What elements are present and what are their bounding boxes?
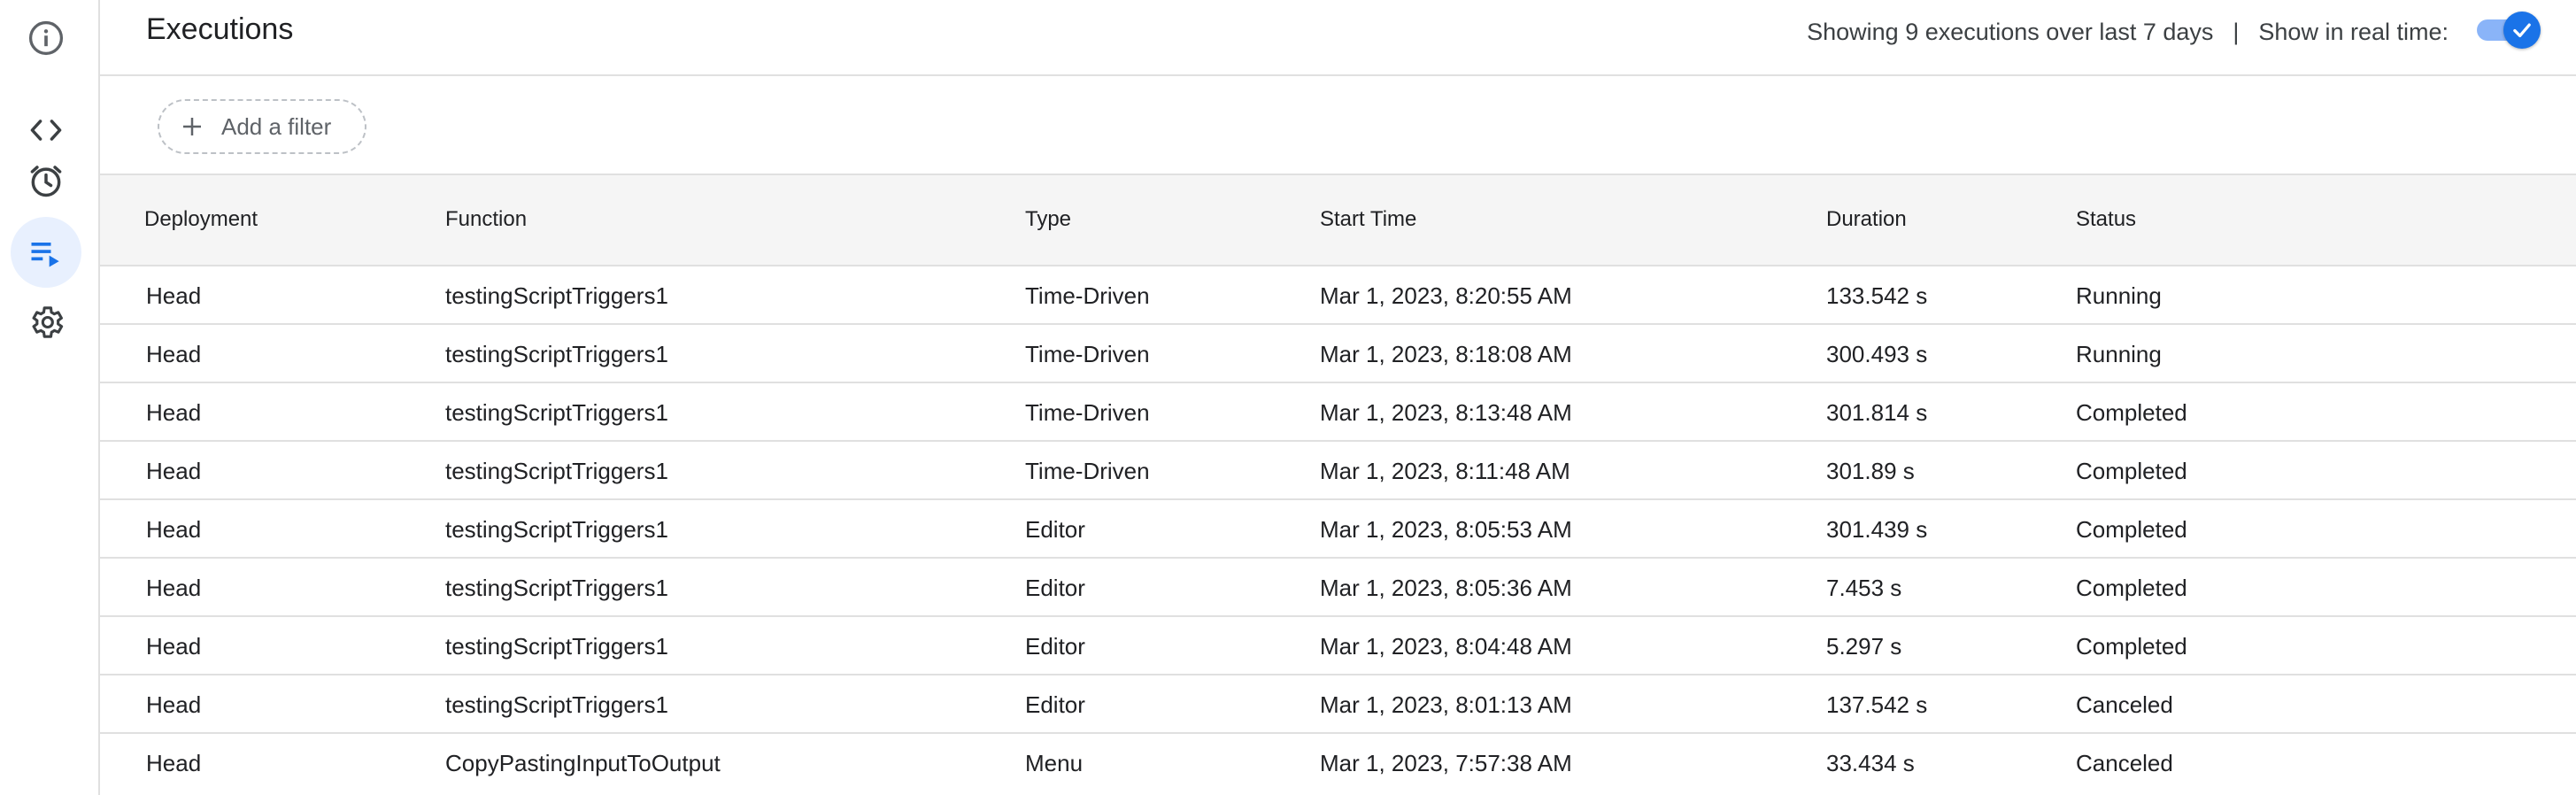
cell-type: Editor — [1025, 516, 1085, 543]
cell-status: Running — [2076, 282, 2162, 309]
cell-deployment: Head — [146, 458, 202, 484]
cell-function: testingScriptTriggers1 — [445, 282, 668, 309]
cell-start-time: Mar 1, 2023, 8:04:48 AM — [1320, 633, 1572, 660]
column-header-start-time[interactable]: Start Time — [1320, 207, 1416, 232]
column-header-type[interactable]: Type — [1025, 207, 1071, 232]
cell-start-time: Mar 1, 2023, 8:05:53 AM — [1320, 516, 1572, 543]
cell-duration: 301.814 s — [1826, 399, 1928, 426]
checkmark-icon — [2513, 23, 2531, 38]
cell-start-time: Mar 1, 2023, 8:18:08 AM — [1320, 341, 1572, 367]
cell-start-time: Mar 1, 2023, 8:11:48 AM — [1320, 458, 1570, 484]
filter-bar: Add a filter — [100, 76, 2576, 175]
cell-deployment: Head — [146, 341, 202, 367]
cell-deployment: Head — [146, 399, 202, 426]
realtime-toggle[interactable] — [2475, 11, 2541, 49]
cell-deployment: Head — [146, 633, 202, 660]
cell-deployment: Head — [146, 516, 202, 543]
cell-type: Time-Driven — [1025, 458, 1150, 484]
nav-triggers[interactable] — [11, 145, 81, 216]
column-header-deployment[interactable]: Deployment — [144, 207, 258, 232]
cell-type: Time-Driven — [1025, 341, 1150, 367]
cell-start-time: Mar 1, 2023, 8:01:13 AM — [1320, 691, 1572, 718]
table-row[interactable]: Head testingScriptTriggers1 Editor Mar 1… — [100, 500, 2576, 559]
table-header-row: Deployment Function Type Start Time Dura… — [100, 175, 2576, 266]
cell-status: Completed — [2076, 458, 2187, 484]
executions-header: Executions Showing 9 executions over las… — [100, 0, 2576, 76]
cell-function: testingScriptTriggers1 — [445, 633, 668, 660]
cell-function: testingScriptTriggers1 — [445, 458, 668, 484]
cell-type: Editor — [1025, 575, 1085, 601]
cell-function: CopyPastingInputToOutput — [445, 750, 721, 776]
cell-duration: 5.297 s — [1826, 633, 1902, 660]
table-row[interactable]: Head testingScriptTriggers1 Editor Mar 1… — [100, 617, 2576, 675]
page-title: Executions — [146, 12, 294, 46]
cell-status: Completed — [2076, 516, 2187, 543]
executions-table: Deployment Function Type Start Time Dura… — [100, 175, 2576, 792]
cell-duration: 133.542 s — [1826, 282, 1928, 309]
cell-type: Menu — [1025, 750, 1084, 776]
cell-type: Time-Driven — [1025, 282, 1150, 309]
cell-start-time: Mar 1, 2023, 7:57:38 AM — [1320, 750, 1572, 776]
executions-count-text: Showing 9 executions over last 7 days — [1807, 19, 2214, 45]
cell-duration: 7.453 s — [1826, 575, 1902, 601]
cell-deployment: Head — [146, 691, 202, 718]
cell-duration: 301.89 s — [1826, 458, 1915, 484]
cell-function: testingScriptTriggers1 — [445, 399, 668, 426]
cell-function: testingScriptTriggers1 — [445, 691, 668, 718]
table-row[interactable]: Head testingScriptTriggers1 Time-Driven … — [100, 325, 2576, 383]
add-filter-label: Add a filter — [221, 112, 332, 140]
table-row[interactable]: Head CopyPastingInputToOutput Menu Mar 1… — [100, 734, 2576, 792]
nav-executions[interactable] — [11, 217, 81, 288]
cell-duration: 137.542 s — [1826, 691, 1928, 718]
cell-status: Completed — [2076, 575, 2187, 601]
cell-status: Completed — [2076, 399, 2187, 426]
table-row[interactable]: Head testingScriptTriggers1 Editor Mar 1… — [100, 559, 2576, 617]
table-row[interactable]: Head testingScriptTriggers1 Time-Driven … — [100, 383, 2576, 442]
executions-summary: Showing 9 executions over last 7 days | … — [1807, 19, 2449, 46]
cell-type: Editor — [1025, 691, 1085, 718]
cell-function: testingScriptTriggers1 — [445, 341, 668, 367]
code-icon — [30, 120, 62, 141]
cell-function: testingScriptTriggers1 — [445, 516, 668, 543]
realtime-label: Show in real time: — [2258, 19, 2449, 45]
executions-list-icon — [31, 243, 59, 267]
cell-deployment: Head — [146, 575, 202, 601]
summary-separator: | — [2233, 19, 2240, 45]
cell-status: Running — [2076, 341, 2162, 367]
table-row[interactable]: Head testingScriptTriggers1 Editor Mar 1… — [100, 675, 2576, 734]
plus-icon — [179, 113, 205, 140]
info-icon — [28, 20, 64, 56]
add-filter-button[interactable]: Add a filter — [158, 99, 366, 154]
cell-status: Canceled — [2076, 691, 2173, 718]
cell-duration: 301.439 s — [1826, 516, 1928, 543]
column-header-duration[interactable]: Duration — [1826, 207, 1907, 232]
toggle-knob — [2503, 12, 2541, 49]
cell-duration: 33.434 s — [1826, 750, 1915, 776]
column-header-status[interactable]: Status — [2076, 207, 2136, 232]
column-header-function[interactable]: Function — [445, 207, 527, 232]
cell-deployment: Head — [146, 750, 202, 776]
cell-deployment: Head — [146, 282, 202, 309]
cell-function: testingScriptTriggers1 — [445, 575, 668, 601]
table-row[interactable]: Head testingScriptTriggers1 Time-Driven … — [100, 266, 2576, 325]
left-nav-rail — [0, 0, 100, 795]
table-row[interactable]: Head testingScriptTriggers1 Time-Driven … — [100, 442, 2576, 500]
cell-type: Editor — [1025, 633, 1085, 660]
alarm-clock-icon — [30, 166, 62, 197]
cell-status: Completed — [2076, 633, 2187, 660]
apps-script-executions-page: Executions Showing 9 executions over las… — [0, 0, 2576, 795]
nav-overview[interactable] — [11, 3, 81, 73]
cell-start-time: Mar 1, 2023, 8:05:36 AM — [1320, 575, 1572, 601]
cell-type: Time-Driven — [1025, 399, 1150, 426]
gear-icon — [32, 306, 64, 338]
nav-settings[interactable] — [11, 287, 81, 358]
cell-start-time: Mar 1, 2023, 8:20:55 AM — [1320, 282, 1572, 309]
cell-duration: 300.493 s — [1826, 341, 1928, 367]
cell-status: Canceled — [2076, 750, 2173, 776]
cell-start-time: Mar 1, 2023, 8:13:48 AM — [1320, 399, 1572, 426]
